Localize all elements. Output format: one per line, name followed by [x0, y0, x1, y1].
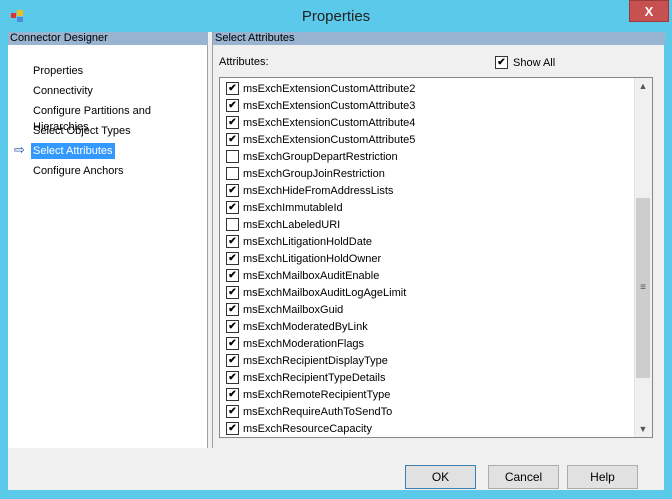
attribute-checkbox[interactable]: ✔: [226, 388, 239, 401]
attributes-label: Attributes:: [219, 56, 269, 68]
attribute-checkbox[interactable]: ✔: [226, 184, 239, 197]
ok-button[interactable]: OK: [405, 465, 476, 489]
checkbox-icon[interactable]: ✔: [495, 56, 508, 69]
scroll-up-icon[interactable]: ▲: [635, 78, 651, 94]
attribute-checkbox[interactable]: ✔: [226, 337, 239, 350]
attribute-name: msExchImmutableId: [243, 201, 343, 214]
connector-designer-panel: Connector Designer Properties Connectivit…: [8, 32, 208, 448]
attribute-checkbox[interactable]: ✔: [226, 286, 239, 299]
nav-item[interactable]: Properties: [31, 63, 85, 79]
show-all-checkbox[interactable]: ✔ Show All: [495, 56, 555, 69]
scrollbar[interactable]: ▲ ≡ ▼: [634, 78, 652, 437]
attribute-name: msExchRemoteRecipientType: [243, 388, 391, 401]
attribute-checkbox[interactable]: ✔: [226, 320, 239, 333]
attribute-name: msExchMailboxGuid: [243, 303, 344, 316]
attribute-row[interactable]: msExchGroupJoinRestriction: [226, 165, 385, 182]
attribute-name: msExchExtensionCustomAttribute3: [243, 99, 416, 112]
attribute-name: msExchResourceCapacity: [243, 422, 372, 435]
attribute-row[interactable]: ✔ msExchRecipientDisplayType: [226, 352, 388, 369]
attribute-row[interactable]: ✔ msExchMailboxAuditEnable: [226, 267, 379, 284]
attribute-name: msExchExtensionCustomAttribute4: [243, 116, 416, 129]
arrow-icon: ⇨: [14, 142, 25, 157]
attribute-name: msExchMailboxAuditLogAgeLimit: [243, 286, 407, 299]
scroll-down-icon[interactable]: ▼: [635, 421, 651, 437]
cancel-button[interactable]: Cancel: [488, 465, 559, 489]
attribute-name: msExchGroupJoinRestriction: [243, 167, 385, 180]
attribute-row[interactable]: ✔ msExchModeratedByLink: [226, 318, 368, 335]
attribute-name: msExchLabeledURI: [243, 218, 341, 231]
attribute-row[interactable]: ✔ msExchExtensionCustomAttribute3: [226, 97, 415, 114]
attribute-row[interactable]: ✔ msExchExtensionCustomAttribute2: [226, 80, 415, 97]
attribute-name: msExchRecipientTypeDetails: [243, 371, 386, 384]
attribute-row[interactable]: ✔ msExchExtensionCustomAttribute5: [226, 131, 415, 148]
attribute-checkbox[interactable]: ✔: [226, 354, 239, 367]
attribute-checkbox[interactable]: [226, 167, 239, 180]
attribute-row[interactable]: msExchLabeledURI: [226, 216, 340, 233]
attribute-name: msExchLitigationHoldOwner: [243, 252, 382, 265]
attribute-checkbox[interactable]: ✔: [226, 371, 239, 384]
nav-item[interactable]: Select Attributes: [31, 143, 115, 159]
help-button[interactable]: Help: [567, 465, 638, 489]
attribute-row[interactable]: ✔ msExchRecipientTypeDetails: [226, 369, 385, 386]
nav-item[interactable]: Configure Partitions and Hierarchies: [31, 103, 207, 133]
attribute-row[interactable]: ✔ msExchExtensionCustomAttribute4: [226, 114, 415, 131]
attribute-row[interactable]: ✔ msExchLitigationHoldOwner: [226, 250, 381, 267]
attribute-checkbox[interactable]: ✔: [226, 116, 239, 129]
attribute-name: msExchExtensionCustomAttribute2: [243, 82, 416, 95]
attribute-row[interactable]: ✔ msExchLitigationHoldDate: [226, 233, 372, 250]
attribute-row[interactable]: ✔ msExchRequireAuthToSendTo: [226, 403, 392, 420]
nav-list: Properties Connectivity Configure Partitio…: [8, 45, 208, 448]
attribute-row[interactable]: ✔ msExchImmutableId: [226, 199, 343, 216]
attribute-row[interactable]: ✔ msExchMailboxAuditLogAgeLimit: [226, 284, 406, 301]
nav-item[interactable]: Connectivity: [31, 83, 95, 99]
attribute-name: msExchLitigationHoldDate: [243, 235, 373, 248]
attribute-name: msExchRecipientDisplayType: [243, 354, 388, 367]
attribute-row[interactable]: ✔ msExchModerationFlags: [226, 335, 364, 352]
attribute-checkbox[interactable]: [226, 150, 239, 163]
attribute-row[interactable]: ✔ msExchMailboxGuid: [226, 301, 343, 318]
attribute-checkbox[interactable]: ✔: [226, 422, 239, 435]
show-all-label: Show All: [513, 56, 556, 69]
attribute-name: msExchModerationFlags: [243, 337, 365, 350]
attribute-name: msExchModeratedByLink: [243, 320, 368, 333]
attribute-checkbox[interactable]: [226, 218, 239, 231]
nav-item[interactable]: Select Object Types: [31, 123, 133, 139]
attribute-checkbox[interactable]: ✔: [226, 99, 239, 112]
attribute-checkbox[interactable]: ✔: [226, 303, 239, 316]
left-header: Connector Designer: [8, 32, 208, 45]
scroll-thumb[interactable]: ≡: [636, 198, 650, 378]
attribute-name: msExchGroupDepartRestriction: [243, 150, 398, 163]
attribute-checkbox[interactable]: ✔: [226, 405, 239, 418]
attribute-row[interactable]: ✔ msExchHideFromAddressLists: [226, 182, 393, 199]
attribute-checkbox[interactable]: ✔: [226, 82, 239, 95]
attributes-list[interactable]: ▲ ≡ ▼ ✔ msExchExtensionCustomAttribute2 ✔ m…: [219, 77, 653, 438]
right-header: Select Attributes: [213, 32, 665, 45]
attribute-row[interactable]: ✔ msExchResourceCapacity: [226, 420, 372, 437]
attribute-name: msExchExtensionCustomAttribute5: [243, 133, 416, 146]
attribute-name: msExchRequireAuthToSendTo: [243, 405, 393, 418]
attribute-checkbox[interactable]: ✔: [226, 133, 239, 146]
attribute-name: msExchHideFromAddressLists: [243, 184, 394, 197]
attribute-checkbox[interactable]: ✔: [226, 252, 239, 265]
attribute-row[interactable]: msExchGroupDepartRestriction: [226, 148, 398, 165]
attribute-name: msExchMailboxAuditEnable: [243, 269, 380, 282]
attribute-row[interactable]: ✔ msExchRemoteRecipientType: [226, 386, 390, 403]
attribute-checkbox[interactable]: ✔: [226, 235, 239, 248]
window-title: Properties: [301, 8, 371, 25]
attribute-checkbox[interactable]: ✔: [226, 269, 239, 282]
nav-item[interactable]: Configure Anchors: [31, 163, 126, 179]
attribute-checkbox[interactable]: ✔: [226, 201, 239, 214]
close-button[interactable]: X: [629, 0, 669, 22]
